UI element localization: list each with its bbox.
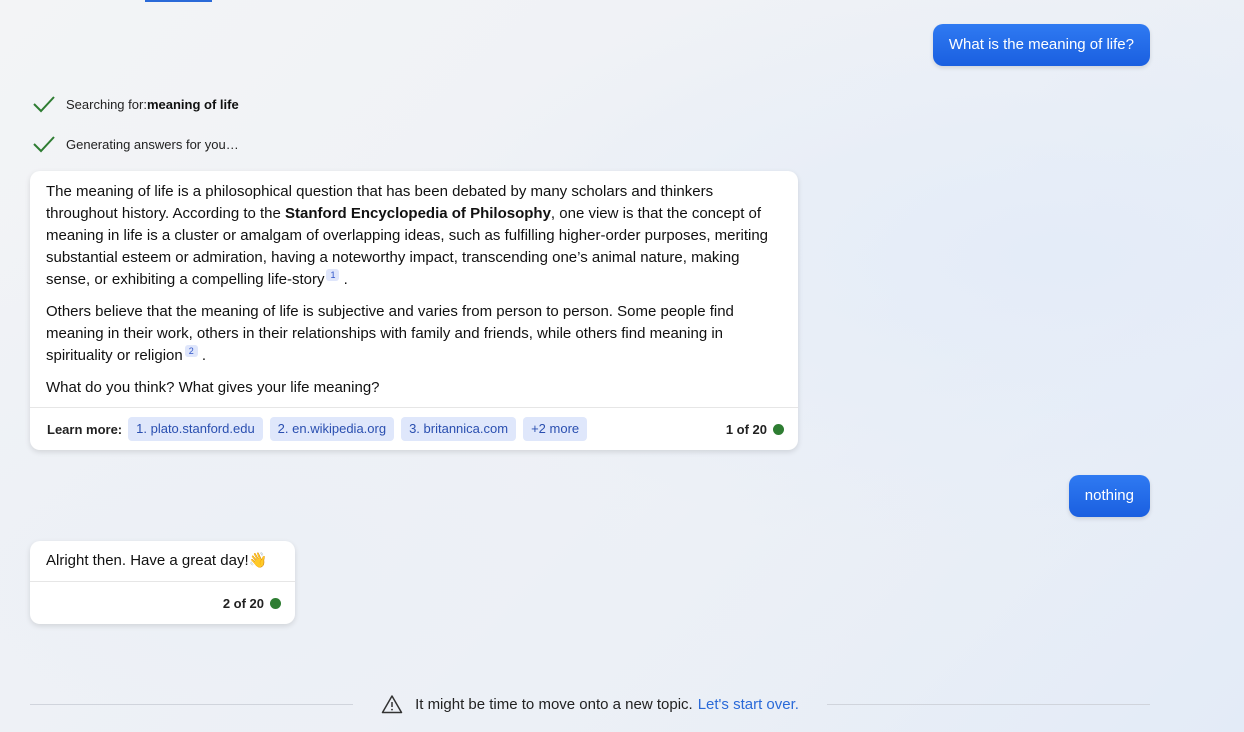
- source-link-2[interactable]: 2. en.wikipedia.org: [269, 417, 395, 441]
- more-sources-button[interactable]: +2 more: [523, 417, 588, 441]
- answer-body: Alright then. Have a great day!👋: [30, 541, 295, 581]
- answer-paragraph-2: Others believe that the meaning of life …: [46, 301, 782, 367]
- bot-answer-card: The meaning of life is a philosophical q…: [30, 171, 798, 450]
- answer-body: The meaning of life is a philosophical q…: [30, 171, 798, 407]
- divider: [826, 703, 1151, 705]
- notice-message: It might be time to move onto a new topi…: [353, 694, 827, 714]
- search-query: meaning of life: [146, 96, 239, 112]
- bot-answer-card: Alright then. Have a great day!👋 2 of 20: [30, 541, 295, 624]
- status-dot-icon: [270, 597, 281, 609]
- citation-1[interactable]: 1: [326, 269, 340, 281]
- check-icon: [33, 136, 55, 153]
- search-status: Searching for: meaning of life: [32, 95, 239, 113]
- source-link-3[interactable]: 3. britannica.com: [401, 417, 517, 441]
- citation-2[interactable]: 2: [184, 345, 198, 357]
- answer-paragraph-1: The meaning of life is a philosophical q…: [46, 181, 782, 291]
- source-name: Stanford Encyclopedia of Philosophy: [285, 205, 551, 222]
- answer-paragraph: Alright then. Have a great day!👋: [46, 552, 268, 569]
- period: .: [343, 271, 348, 288]
- generating-status-text: Generating answers for you…: [66, 136, 239, 152]
- source-link-1[interactable]: 1. plato.stanford.edu: [128, 417, 263, 441]
- search-status-prefix: Searching for:: [66, 96, 147, 112]
- start-over-link[interactable]: Let's start over.: [698, 696, 799, 713]
- check-icon: [33, 96, 55, 113]
- answer-paragraph-3: What do you think? What gives your life …: [46, 379, 380, 396]
- topic-limit-notice: It might be time to move onto a new topi…: [30, 689, 1151, 719]
- turn-counter: 2 of 20: [223, 596, 281, 611]
- user-message-bubble[interactable]: What is the meaning of life?: [932, 24, 1150, 66]
- turn-counter-text: 1 of 20: [725, 421, 767, 437]
- learn-more-bar: Learn more: 1. plato.stanford.edu 2. en.…: [30, 407, 798, 450]
- turn-counter-text: 2 of 20: [222, 595, 264, 611]
- active-tab-indicator: [145, 0, 212, 2]
- user-message-bubble[interactable]: nothing: [1068, 475, 1150, 517]
- answer-text: Others believe that the meaning of life …: [46, 303, 734, 364]
- answer-footer: 2 of 20: [30, 581, 295, 624]
- generating-status: Generating answers for you…: [32, 135, 239, 153]
- divider: [30, 703, 354, 705]
- learn-more-label: Learn more:: [47, 421, 123, 437]
- status-dot-icon: [773, 423, 784, 435]
- warning-triangle-icon: [381, 695, 403, 714]
- period: .: [201, 347, 207, 364]
- notice-text: It might be time to move onto a new topi…: [415, 695, 693, 713]
- turn-counter: 1 of 20: [726, 422, 784, 437]
